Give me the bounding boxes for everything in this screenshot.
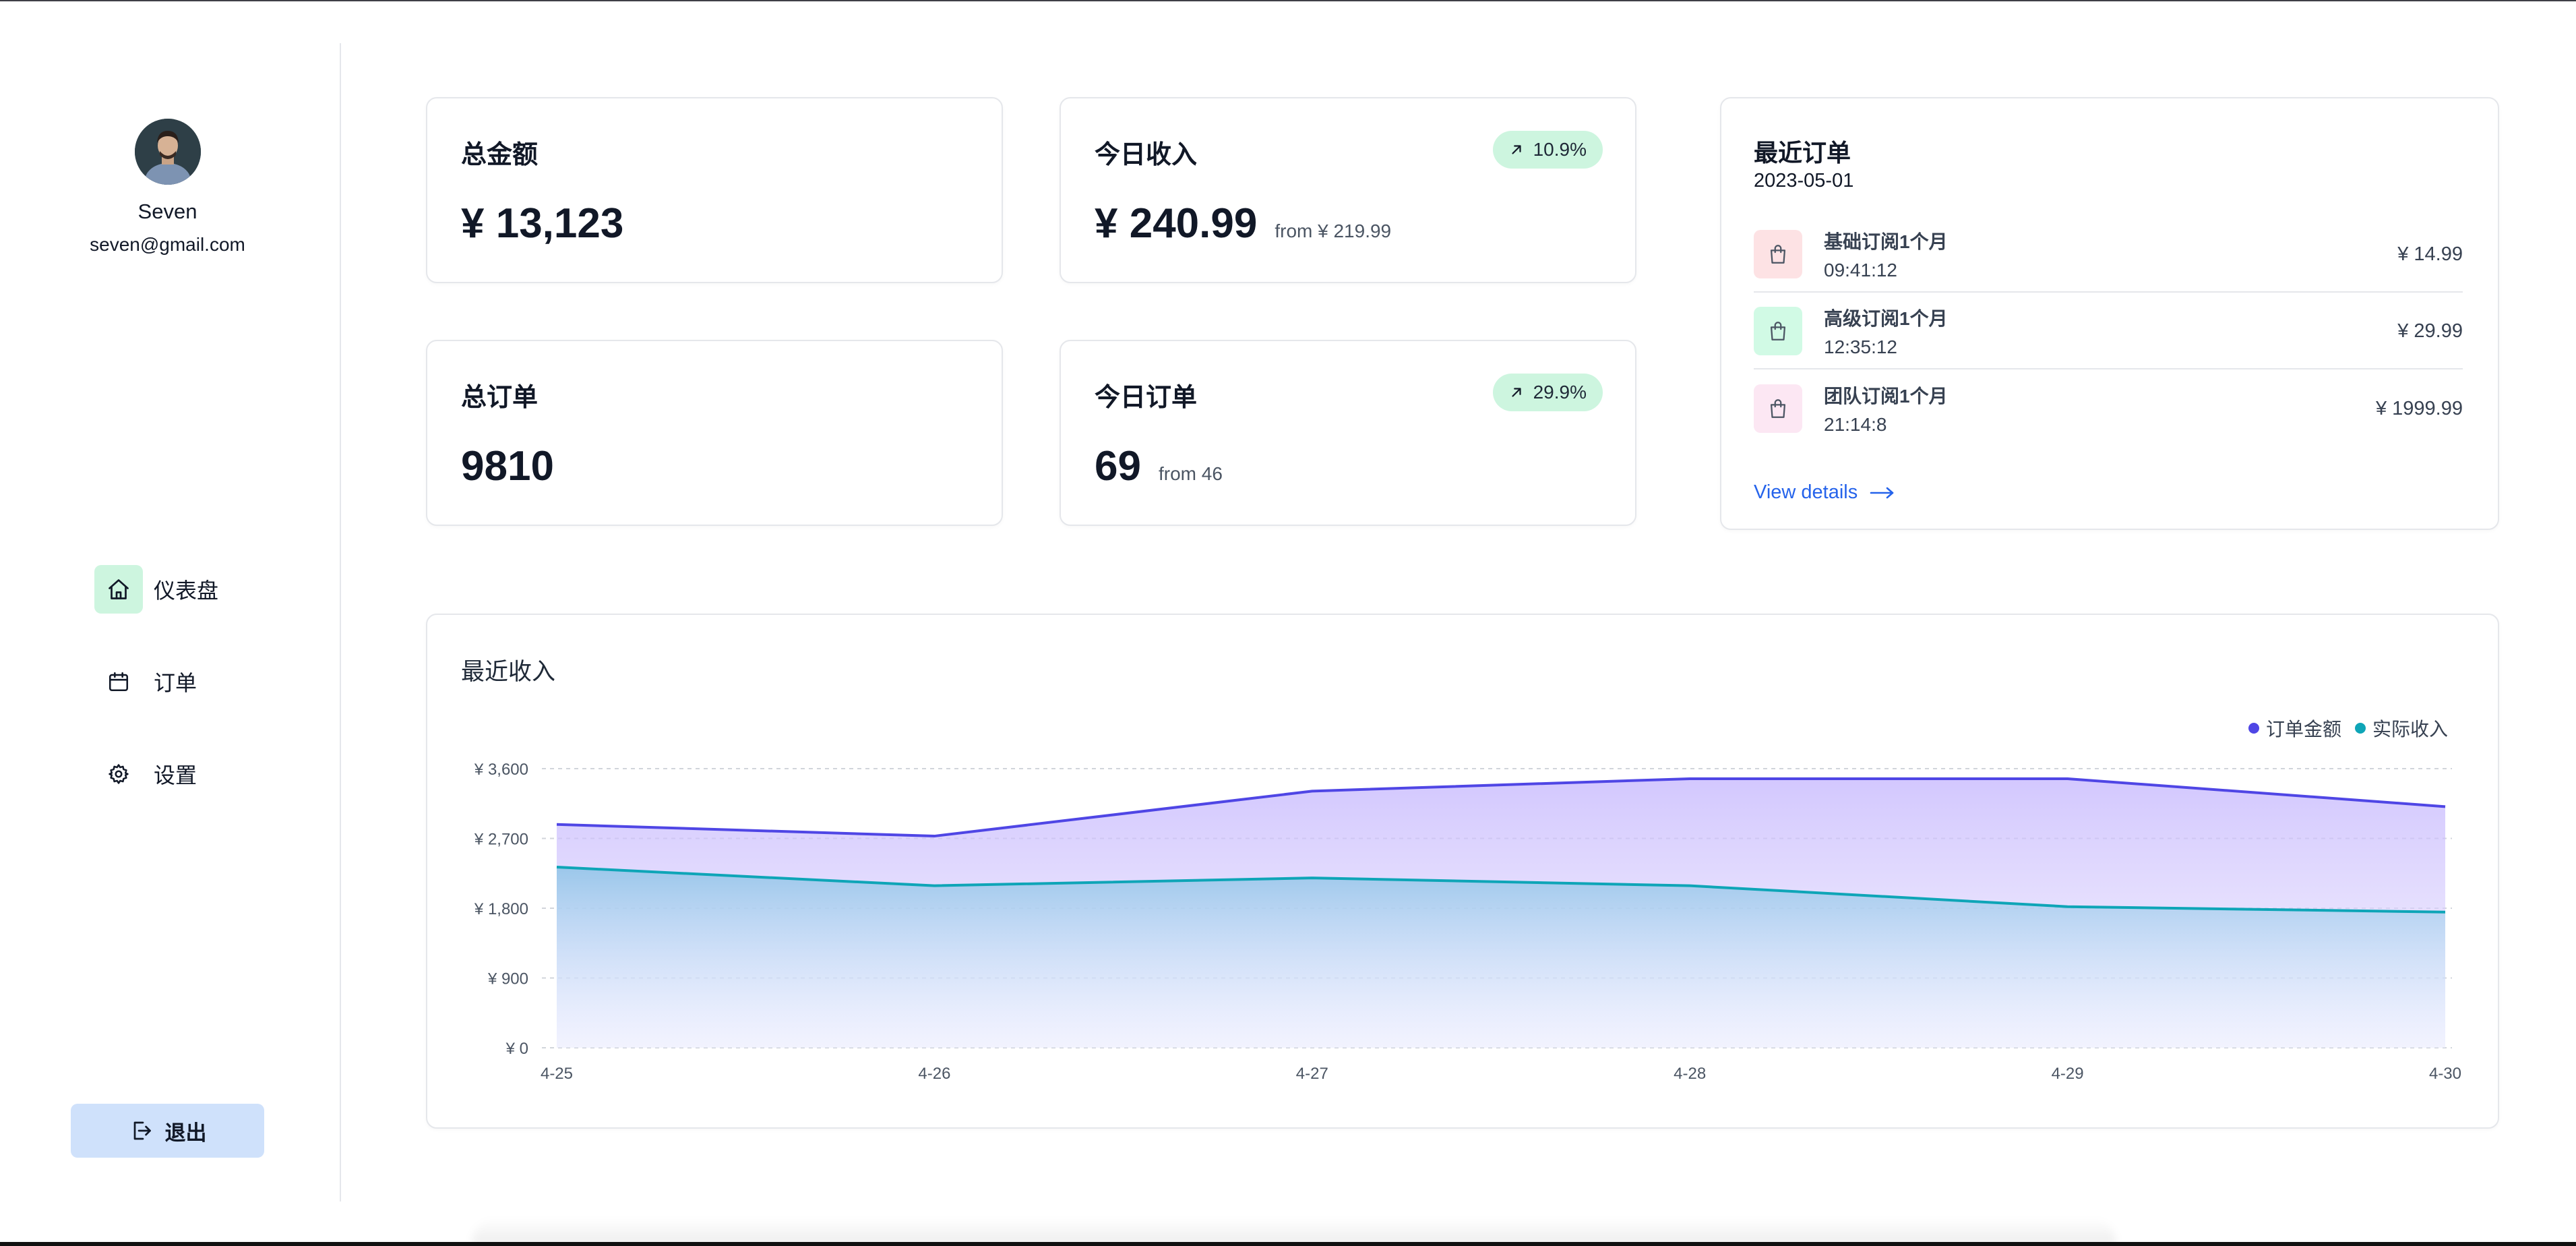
order-row[interactable]: 团队订阅1个月 21:14:8 ¥ 1999.99 bbox=[1754, 371, 2463, 446]
stat-value: 9810 bbox=[461, 443, 554, 489]
stat-title: 总订单 bbox=[461, 384, 539, 412]
stat-value: ¥ 240.99 bbox=[1095, 200, 1258, 247]
bottom-shadow bbox=[472, 1218, 2116, 1245]
order-price: ¥ 14.99 bbox=[2397, 243, 2463, 265]
recent-orders-title: 最近订单 bbox=[1754, 139, 1851, 167]
stat-title: 今日收入 bbox=[1095, 141, 1198, 169]
x-tick-label: 4-28 bbox=[1674, 1065, 1706, 1083]
sidebar-item-orders[interactable]: 订单 bbox=[94, 657, 263, 707]
y-tick-label: ¥ 1,800 bbox=[474, 900, 528, 918]
window-top-border bbox=[0, 0, 2576, 1]
x-tick-label: 4-30 bbox=[2429, 1065, 2461, 1083]
order-time: 09:41:12 bbox=[1824, 260, 1897, 280]
order-price: ¥ 1999.99 bbox=[2375, 397, 2463, 419]
x-tick-label: 4-25 bbox=[541, 1065, 573, 1083]
order-name: 高级订阅1个月 bbox=[1824, 308, 1948, 329]
calendar-icon bbox=[94, 657, 143, 706]
sidebar-item-label: 仪表盘 bbox=[154, 578, 219, 603]
stat-from: from 46 bbox=[1158, 463, 1223, 484]
stat-value-row: 69 from 46 bbox=[1095, 442, 1223, 490]
stat-card-total-orders: 总订单 9810 bbox=[426, 340, 1003, 526]
order-row[interactable]: 基础订阅1个月 09:41:12 ¥ 14.99 bbox=[1754, 217, 2463, 293]
recent-orders-date: 2023-05-01 bbox=[1754, 170, 1854, 191]
user-email: seven@gmail.com bbox=[90, 234, 245, 255]
shopping-bag-icon bbox=[1754, 230, 1802, 278]
logout-button[interactable]: 退出 bbox=[71, 1104, 264, 1158]
recent-income-chart-card: 最近收入 订单金额 实际收入 ¥ 0 ¥ 900 ¥ 1,800 ¥ 2,700 ¥ 3… bbox=[426, 614, 2499, 1129]
logout-label: 退出 bbox=[164, 1121, 207, 1145]
stat-value: ¥ 13,123 bbox=[461, 200, 624, 247]
area-chart: ¥ 0 ¥ 900 ¥ 1,800 ¥ 2,700 ¥ 3,600 4-25 4-26 4-2… bbox=[474, 761, 2461, 1083]
window-bottom-border bbox=[0, 1242, 2576, 1246]
order-time: 21:14:8 bbox=[1824, 414, 1887, 435]
order-price: ¥ 29.99 bbox=[2397, 320, 2463, 342]
y-tick-label: ¥ 2,700 bbox=[474, 831, 528, 849]
x-tick-label: 4-26 bbox=[918, 1065, 950, 1083]
order-name: 团队订阅1个月 bbox=[1824, 386, 1948, 407]
x-tick-label: 4-29 bbox=[2052, 1065, 2084, 1083]
home-icon bbox=[94, 565, 143, 614]
sidebar-item-label: 订单 bbox=[154, 671, 197, 695]
sidebar: Seven seven@gmail.com 仪表盘 订单 设置 退出 bbox=[0, 0, 340, 1242]
stat-card-today-income: 今日收入 10.9% ¥ 240.99 from ¥ 219.99 bbox=[1060, 97, 1636, 283]
badge-label: 29.9% bbox=[1533, 382, 1587, 403]
x-tick-label: 4-27 bbox=[1296, 1065, 1328, 1083]
stat-title: 今日订单 bbox=[1095, 384, 1198, 412]
shopping-bag-icon bbox=[1754, 384, 1802, 433]
user-name: Seven bbox=[137, 200, 197, 223]
stat-title: 总金额 bbox=[461, 141, 539, 169]
sidebar-item-settings[interactable]: 设置 bbox=[94, 749, 263, 799]
recent-orders-card: 最近订单 2023-05-01 基础订阅1个月 09:41:12 ¥ 14.99… bbox=[1720, 97, 2499, 530]
gear-icon bbox=[94, 750, 143, 798]
arrow-right-icon bbox=[1870, 487, 1894, 498]
sidebar-divider bbox=[340, 43, 341, 1202]
y-tick-label: ¥ 3,600 bbox=[474, 761, 528, 779]
trend-badge: 29.9% bbox=[1492, 374, 1603, 411]
stat-card-today-orders: 今日订单 29.9% 69 from 46 bbox=[1060, 340, 1636, 526]
shopping-bag-icon bbox=[1754, 307, 1802, 355]
order-time: 12:35:12 bbox=[1824, 336, 1897, 357]
avatar[interactable] bbox=[135, 119, 201, 185]
y-tick-label: ¥ 0 bbox=[505, 1040, 528, 1058]
order-name: 基础订阅1个月 bbox=[1824, 231, 1948, 252]
stat-value: 69 bbox=[1095, 443, 1141, 489]
order-row[interactable]: 高级订阅1个月 12:35:12 ¥ 29.99 bbox=[1754, 294, 2463, 369]
arrow-up-right-icon bbox=[1511, 145, 1521, 154]
logout-icon bbox=[133, 1121, 151, 1140]
view-details-link[interactable]: View details bbox=[1754, 481, 1895, 504]
trend-badge: 10.9% bbox=[1492, 131, 1603, 169]
arrow-up-right-icon bbox=[1511, 388, 1521, 397]
stat-card-total-amount: 总金额 ¥ 13,123 bbox=[426, 97, 1003, 283]
stat-value-row: ¥ 240.99 from ¥ 219.99 bbox=[1095, 200, 1391, 247]
sidebar-item-label: 设置 bbox=[154, 763, 197, 788]
sidebar-item-dashboard[interactable]: 仪表盘 bbox=[94, 564, 263, 614]
badge-label: 10.9% bbox=[1533, 139, 1587, 160]
y-tick-label: ¥ 900 bbox=[487, 970, 528, 988]
view-details-label: View details bbox=[1754, 481, 1858, 503]
stat-from: from ¥ 219.99 bbox=[1275, 220, 1392, 241]
avatar-image bbox=[135, 119, 201, 185]
